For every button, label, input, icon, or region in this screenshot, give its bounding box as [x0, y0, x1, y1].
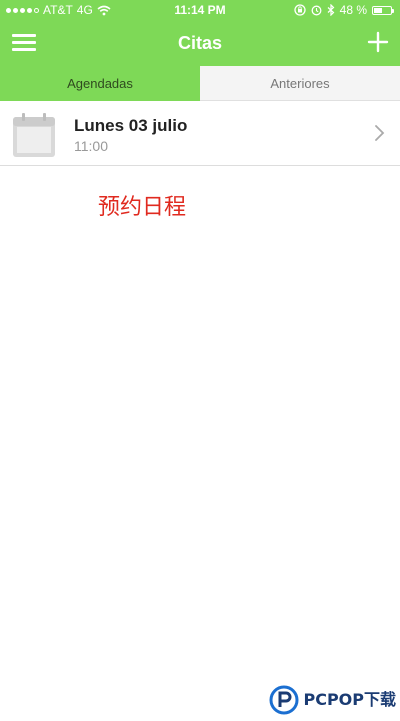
watermark-text: PCPOP下载 [303, 690, 396, 709]
orientation-lock-icon [293, 4, 306, 16]
appointment-time: 11:00 [74, 138, 108, 154]
tab-anteriores[interactable]: Anteriores [200, 66, 400, 101]
battery-icon [372, 5, 394, 15]
calendar-icon [13, 113, 55, 157]
status-bar: AT&T 4G 11:14 PM 48 % [0, 0, 400, 20]
add-appointment-button[interactable] [366, 30, 390, 54]
watermark: PCPOP下载 [269, 685, 396, 715]
status-right: 48 % [293, 2, 394, 18]
bluetooth-icon [327, 4, 335, 16]
appointment-row[interactable]: Lunes 03 julio 11:00 [0, 101, 400, 166]
chevron-right-icon [375, 125, 385, 141]
pcpop-logo-icon [269, 685, 299, 715]
battery-percentage: 48 % [339, 3, 367, 17]
tab-agendadas[interactable]: Agendadas [0, 66, 200, 101]
caption-text: 预约日程 [98, 195, 187, 220]
page-title: Citas [177, 33, 222, 53]
appointment-date: Lunes 03 julio [74, 116, 188, 135]
segmented-tabs: Agendadas Anteriores [0, 66, 400, 101]
plus-icon [367, 31, 389, 53]
battery-fill [374, 7, 382, 13]
navigation-bar: Citas [0, 20, 400, 66]
alarm-icon [311, 5, 322, 16]
appointment-list: Lunes 03 julio 11:00 [0, 101, 400, 166]
